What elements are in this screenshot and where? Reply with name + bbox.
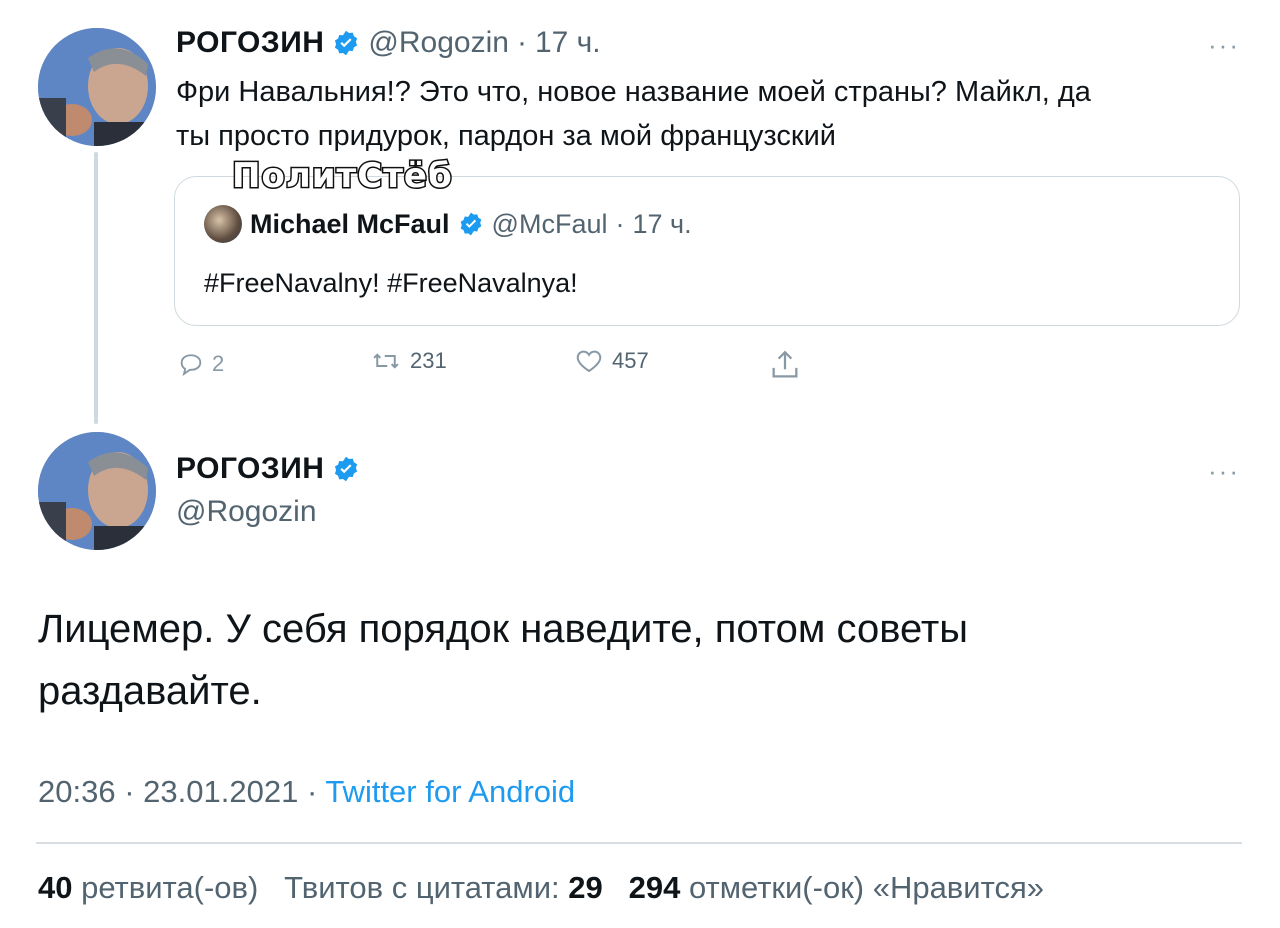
retweet-icon bbox=[373, 353, 399, 369]
more-options-icon[interactable]: ··· bbox=[1208, 30, 1240, 61]
more-options-icon[interactable]: ··· bbox=[1208, 456, 1240, 487]
retweet-count: 231 bbox=[410, 348, 447, 373]
like-count: 457 bbox=[612, 348, 649, 373]
avatar-photo bbox=[38, 28, 156, 146]
tweet-time[interactable]: 20:36 bbox=[38, 774, 116, 809]
verified-badge-icon bbox=[335, 30, 358, 56]
quoted-tweet-time: 17 ч. bbox=[632, 208, 692, 239]
quotes-count: 29 bbox=[568, 870, 603, 905]
likes-count: 294 bbox=[628, 870, 681, 905]
author-name[interactable]: РОГОЗИН bbox=[176, 452, 324, 486]
reply-text: Фри Навальния!? Это что, новое название … bbox=[176, 70, 1236, 158]
reply-count: 2 bbox=[212, 351, 225, 376]
author-handle[interactable]: @Rogozin bbox=[368, 26, 509, 60]
quotes-stat[interactable]: Твитов с цитатами: 29 bbox=[284, 870, 603, 905]
dot-separator: · bbox=[306, 774, 318, 809]
retweets-count: 40 bbox=[38, 870, 73, 905]
likes-label: отметки(-ок) «Нравится» bbox=[688, 870, 1044, 905]
author-name[interactable]: РОГОЗИН bbox=[176, 26, 324, 60]
heart-icon bbox=[576, 350, 602, 373]
tweet-metadata: 20:36 · 23.01.2021 · Twitter for Android bbox=[38, 774, 575, 810]
reply-icon bbox=[180, 354, 202, 377]
dot-separator: · bbox=[615, 208, 625, 239]
share-action[interactable] bbox=[768, 348, 802, 382]
retweet-action[interactable]: 231 bbox=[368, 346, 447, 376]
quoted-author-name: Michael McFaul bbox=[250, 208, 450, 239]
watermark-logo: ПолитСтёб bbox=[231, 155, 454, 198]
main-tweet-author: РОГОЗИН bbox=[176, 452, 360, 486]
main-tweet-text-line1: Лицемер. У себя порядок наведите, потом … bbox=[38, 607, 968, 651]
share-icon bbox=[772, 350, 798, 378]
retweets-label: ретвита(-ов) bbox=[81, 870, 259, 905]
avatar-rogozin[interactable] bbox=[38, 28, 156, 146]
retweets-stat[interactable]: 40 ретвита(-ов) bbox=[38, 870, 258, 905]
avatar-mcfaul bbox=[204, 205, 242, 243]
verified-badge-icon bbox=[335, 456, 358, 482]
tweet-source-link[interactable]: Twitter for Android bbox=[325, 774, 575, 809]
divider bbox=[36, 842, 1242, 844]
main-tweet-text-line2: раздавайте. bbox=[38, 669, 262, 713]
engagement-stats: 40 ретвита(-ов) Твитов с цитатами: 29 29… bbox=[38, 870, 1044, 906]
thread-connector bbox=[94, 152, 98, 424]
likes-stat[interactable]: 294 отметки(-ок) «Нравится» bbox=[629, 870, 1044, 905]
tweet-time[interactable]: 17 ч. bbox=[535, 26, 601, 60]
author-handle[interactable]: @Rogozin bbox=[176, 495, 317, 529]
quoted-tweet-text: #FreeNavalny! #FreeNavalnya! bbox=[204, 268, 578, 298]
reply-action[interactable]: 2 bbox=[176, 350, 224, 378]
main-tweet-text: Лицемер. У себя порядок наведите, потом … bbox=[38, 598, 1238, 722]
dot-separator: · bbox=[516, 26, 527, 59]
verified-badge-icon bbox=[460, 212, 481, 236]
avatar-rogozin[interactable] bbox=[38, 432, 156, 550]
reply-text-line1: Фри Навальния!? Это что, новое название … bbox=[176, 76, 1091, 108]
reply-header: РОГОЗИН @Rogozin · 17 ч. bbox=[176, 26, 601, 60]
quoted-tweet-header: Michael McFaul @McFaul · 17 ч. bbox=[204, 205, 692, 243]
tweet-date[interactable]: 23.01.2021 bbox=[143, 774, 298, 809]
reply-text-line2: ты просто придурок, пардон за мой францу… bbox=[176, 120, 836, 152]
avatar-photo bbox=[38, 432, 156, 550]
like-action[interactable]: 457 bbox=[572, 346, 649, 376]
quotes-label: Твитов с цитатами: bbox=[284, 870, 560, 905]
dot-separator: · bbox=[124, 774, 135, 809]
quoted-tweet-card[interactable] bbox=[174, 176, 1240, 326]
quoted-author-handle: @McFaul bbox=[491, 208, 608, 239]
